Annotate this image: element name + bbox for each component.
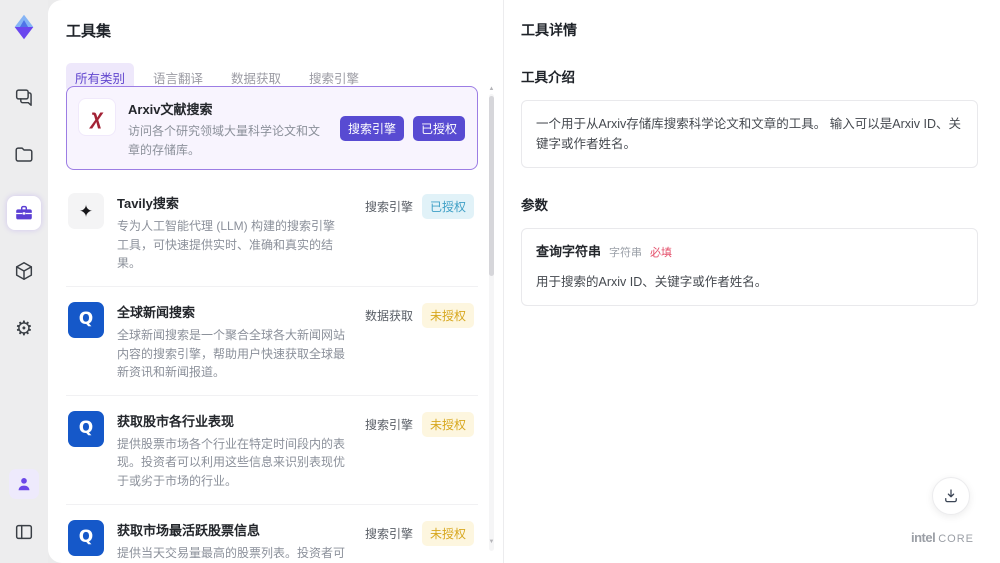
auth-status-badge: 已授权 xyxy=(421,194,474,220)
user-avatar-button[interactable] xyxy=(9,469,39,499)
category-badge: 搜索引擎 xyxy=(339,115,404,141)
category-label: 搜索引擎 xyxy=(364,526,413,541)
download-button[interactable] xyxy=(932,477,970,515)
sidebar-item-toolbox[interactable] xyxy=(7,196,41,230)
app-window: ⚙ 工具集 所有类别 语言翻译 数据获取 搜索引擎 χ Arxiv文献搜索 访问… xyxy=(0,0,1000,563)
tool-description: 专为人工智能代理 (LLM) 构建的搜索引擎工具，可快速提供实时、准确和真实的结… xyxy=(117,219,336,271)
tool-name: 获取股市各行业表现 xyxy=(117,413,235,429)
download-icon xyxy=(945,489,957,503)
stock-tool-logo-icon: Q xyxy=(68,410,104,447)
tool-description: 访问各个研究领域大量科学论文和文章的存储库。 xyxy=(128,124,321,157)
core-wordmark: CORE xyxy=(938,533,974,545)
tool-name: Tavily搜索 xyxy=(117,196,179,212)
tool-name: 全球新闻搜索 xyxy=(117,304,196,320)
params-section-title: 参数 xyxy=(521,198,548,213)
tool-description: 全球新闻搜索是一个聚合全球各大新闻网站内容的搜索引擎，帮助用户快速获取全球最新资… xyxy=(117,327,346,380)
main-surface: 工具集 所有类别 语言翻译 数据获取 搜索引擎 χ Arxiv文献搜索 访问各个… xyxy=(48,0,1000,563)
scroll-up-icon[interactable]: ▲ xyxy=(488,86,495,92)
tool-item-tavily[interactable]: ✦ Tavily搜索 专为人工智能代理 (LLM) 构建的搜索引擎工具，可快速提… xyxy=(66,178,478,287)
sidebar-item-chat[interactable] xyxy=(7,80,41,114)
sidebar-item-files[interactable] xyxy=(7,138,41,172)
arxiv-logo-icon: χ xyxy=(79,99,115,135)
tool-description: 提供当天交易量最高的股票列表。投资者可以利用这些信息来识别流动性强的股票和潜在的… xyxy=(117,545,346,560)
list-scrollbar[interactable]: ▲ ▼ xyxy=(488,86,495,559)
tool-item-sector-performance[interactable]: Q 获取股市各行业表现 提供股票市场各个行业在特定时间段内的表现。投资者可以利用… xyxy=(66,396,478,505)
left-rail: ⚙ xyxy=(0,0,48,563)
scroll-down-icon[interactable]: ▼ xyxy=(488,539,495,545)
sidebar-item-models[interactable] xyxy=(7,254,41,288)
auth-status-badge: 未授权 xyxy=(421,302,474,328)
tavily-logo-icon: ✦ xyxy=(68,193,104,230)
category-label: 数据获取 xyxy=(364,308,413,323)
page-title: 工具集 xyxy=(66,23,112,40)
sidebar-item-settings[interactable]: ⚙ xyxy=(7,312,41,346)
tool-intro-text: 一个用于从Arxiv存储库搜索科学论文和文章的工具。 输入可以是Arxiv ID… xyxy=(536,117,962,151)
intel-core-logo: intel CORE xyxy=(911,530,974,545)
category-label: 搜索引擎 xyxy=(364,200,413,215)
detail-title: 工具详情 xyxy=(521,22,577,38)
param-required-badge: 必填 xyxy=(650,247,673,259)
tool-name: 获取市场最活跃股票信息 xyxy=(117,522,261,538)
collapse-panel-button[interactable] xyxy=(7,515,41,549)
tool-list: χ Arxiv文献搜索 访问各个研究领域大量科学论文和文章的存储库。 搜索引擎 … xyxy=(66,86,478,563)
stock-tool-logo-icon: Q xyxy=(68,519,104,556)
scrollbar-thumb[interactable] xyxy=(489,96,494,276)
user-icon xyxy=(18,478,30,491)
auth-status-badge: 未授权 xyxy=(421,520,474,546)
category-label: 搜索引擎 xyxy=(364,417,413,432)
param-description: 用于搜索的Arxiv ID、关键字或作者姓名。 xyxy=(536,274,768,289)
tool-name: Arxiv文献搜索 xyxy=(128,102,213,117)
param-type: 字符串 xyxy=(609,247,643,259)
tool-description: 提供股票市场各个行业在特定时间段内的表现。投资者可以利用这些信息来识别表现优于或… xyxy=(117,436,346,488)
app-logo-icon xyxy=(7,10,41,44)
param-name: 查询字符串 xyxy=(536,244,602,259)
intro-section-title: 工具介绍 xyxy=(521,70,575,85)
auth-status-badge: 已授权 xyxy=(412,115,465,141)
auth-status-badge: 未授权 xyxy=(421,411,474,437)
gear-icon: ⚙ xyxy=(15,318,33,340)
news-search-logo-icon: Q xyxy=(68,301,104,338)
tool-detail-pane: 工具详情 工具介绍 一个用于从Arxiv存储库搜索科学论文和文章的工具。 输入可… xyxy=(505,0,1000,563)
tool-item-active-stocks[interactable]: Q 获取市场最活跃股票信息 提供当天交易量最高的股票列表。投资者可以利用这些信息… xyxy=(66,505,478,563)
parameter-box: 查询字符串 字符串 必填 用于搜索的Arxiv ID、关键字或作者姓名。 xyxy=(521,228,978,306)
intel-wordmark: intel xyxy=(910,530,936,545)
tool-item-arxiv[interactable]: χ Arxiv文献搜索 访问各个研究领域大量科学论文和文章的存储库。 搜索引擎 … xyxy=(66,86,478,171)
tool-list-pane: 工具集 所有类别 语言翻译 数据获取 搜索引擎 χ Arxiv文献搜索 访问各个… xyxy=(48,0,504,563)
tool-item-global-news[interactable]: Q 全球新闻搜索 全球新闻搜索是一个聚合全球各大新闻网站内容的搜索引擎，帮助用户… xyxy=(66,287,478,396)
tool-intro-box: 一个用于从Arxiv存储库搜索科学论文和文章的工具。 输入可以是Arxiv ID… xyxy=(521,100,978,168)
